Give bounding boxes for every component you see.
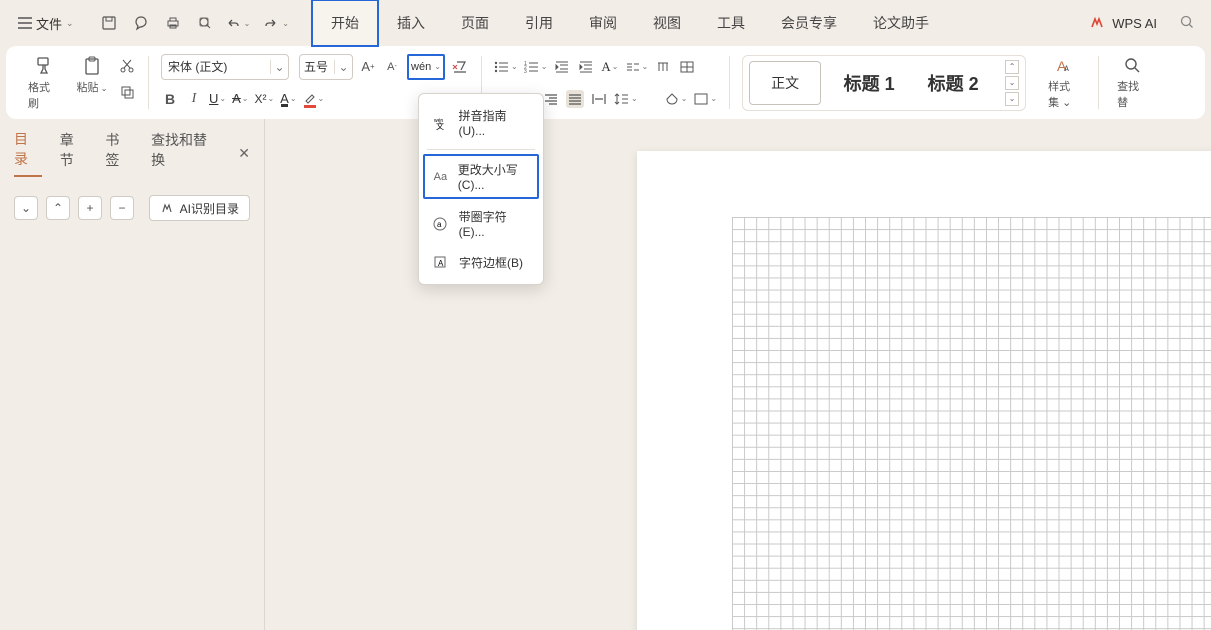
change-case-icon: Aa bbox=[433, 168, 448, 186]
underline-icon[interactable]: U⌄ bbox=[209, 91, 226, 106]
close-icon[interactable]: ✕ bbox=[238, 145, 250, 162]
svg-text:ᴀ: ᴀ bbox=[1064, 63, 1069, 74]
increase-font-icon[interactable]: A+ bbox=[359, 58, 377, 76]
chevron-down-icon[interactable]: ⌄ bbox=[334, 60, 352, 74]
ai-toc-button[interactable]: AI识别目录 bbox=[149, 195, 250, 221]
align-right-icon[interactable] bbox=[542, 90, 560, 108]
font-size-combo[interactable]: 五号 ⌄ bbox=[299, 54, 353, 80]
decrease-indent-icon[interactable] bbox=[553, 58, 571, 76]
tab-page[interactable]: 页面 bbox=[443, 1, 507, 45]
tab-tools[interactable]: 工具 bbox=[699, 1, 763, 45]
bold-icon[interactable]: B bbox=[161, 90, 179, 108]
text-effects-icon[interactable]: A⌄ bbox=[601, 59, 618, 75]
nav-tab-chapter[interactable]: 章节 bbox=[60, 130, 88, 176]
shading-icon[interactable]: ⌄ bbox=[664, 92, 688, 106]
tab-view[interactable]: 视图 bbox=[635, 1, 699, 45]
copy-icon[interactable] bbox=[118, 83, 136, 101]
svg-text:A: A bbox=[438, 259, 444, 268]
bullets-icon[interactable]: ⌄ bbox=[494, 60, 518, 74]
circled-char-icon: a bbox=[431, 215, 449, 233]
paste-button[interactable]: 粘贴 ⌄ bbox=[70, 51, 114, 99]
distribute-icon[interactable] bbox=[590, 90, 608, 108]
clear-format-icon[interactable] bbox=[451, 58, 469, 76]
page[interactable] bbox=[637, 151, 1211, 630]
find-replace-button[interactable]: 查找替 bbox=[1111, 52, 1155, 114]
tab-member[interactable]: 会员专享 bbox=[763, 1, 855, 45]
line-spacing-icon[interactable]: ⌄ bbox=[614, 92, 638, 106]
numbering-icon[interactable]: 123⌄ bbox=[524, 60, 548, 74]
char-effects-button[interactable]: wén ⌄ bbox=[407, 54, 445, 80]
search-icon[interactable] bbox=[1179, 14, 1195, 33]
char-effects-dropdown: wén文 拼音指南(U)... Aa 更改大小写(C)... a 带圈字符(E)… bbox=[418, 93, 544, 285]
collapse-up-button[interactable]: ⌃ bbox=[46, 196, 70, 220]
tab-review[interactable]: 审阅 bbox=[571, 1, 635, 45]
expand-down-button[interactable]: ⌄ bbox=[14, 196, 38, 220]
pinyin-icon: wén文 bbox=[431, 114, 448, 132]
share-icon[interactable] bbox=[132, 14, 150, 32]
menu-circled[interactable]: a 带圈字符(E)... bbox=[419, 201, 543, 246]
menu-change-case[interactable]: Aa 更改大小写(C)... bbox=[423, 154, 539, 199]
chevron-down-icon: ⌄ bbox=[66, 18, 74, 29]
document-area bbox=[265, 119, 1211, 630]
asian-layout-icon[interactable]: ⌄ bbox=[625, 60, 649, 74]
style-heading2[interactable]: 标题 2 bbox=[917, 61, 989, 105]
undo-dd[interactable]: ⌄ bbox=[244, 19, 251, 28]
svg-text:文: 文 bbox=[436, 121, 444, 130]
redo-dd[interactable]: ⌄ bbox=[282, 19, 289, 28]
tab-thesis[interactable]: 论文助手 bbox=[855, 1, 947, 45]
char-border-icon: A bbox=[431, 253, 449, 271]
menu-char-border[interactable]: A 字符边框(B) bbox=[419, 246, 543, 278]
gallery-more[interactable]: ⌄ bbox=[1005, 92, 1019, 106]
superscript-icon[interactable]: X²⌄ bbox=[254, 92, 274, 106]
tab-reference[interactable]: 引用 bbox=[507, 1, 571, 45]
svg-text:3: 3 bbox=[524, 69, 527, 74]
file-menu[interactable]: 文件 ⌄ bbox=[10, 8, 82, 39]
nav-tab-bookmark[interactable]: 书签 bbox=[105, 130, 133, 176]
italic-icon[interactable]: I bbox=[185, 90, 203, 108]
font-color-icon[interactable]: A⌄ bbox=[280, 91, 296, 106]
grid-background bbox=[732, 217, 1211, 630]
ruby-icon[interactable] bbox=[654, 58, 672, 76]
wps-ai-label[interactable]: WPS AI bbox=[1112, 16, 1157, 31]
save-icon[interactable] bbox=[100, 14, 118, 32]
style-normal[interactable]: 正文 bbox=[749, 61, 821, 105]
tab-home[interactable]: 开始 bbox=[311, 0, 379, 47]
styles-gallery: 正文 标题 1 标题 2 ⌃ ⌄ ⌄ bbox=[742, 55, 1026, 111]
border-icon[interactable]: ⌄ bbox=[693, 92, 717, 106]
grid-icon[interactable] bbox=[678, 58, 696, 76]
undo-icon[interactable] bbox=[224, 14, 242, 32]
decrease-font-icon[interactable]: A- bbox=[383, 58, 401, 76]
chevron-down-icon[interactable]: ⌄ bbox=[270, 60, 288, 74]
add-button[interactable]: + bbox=[78, 196, 102, 220]
nav-tab-find[interactable]: 查找和替换 bbox=[151, 130, 220, 176]
increase-indent-icon[interactable] bbox=[577, 58, 595, 76]
remove-button[interactable]: − bbox=[110, 196, 134, 220]
navigation-pane: 目录 章节 书签 查找和替换 ✕ ⌄ ⌃ + − AI识别目录 bbox=[0, 119, 265, 630]
wps-ai-icon bbox=[1090, 16, 1104, 30]
align-justify-icon[interactable] bbox=[566, 90, 584, 108]
print-icon[interactable] bbox=[164, 14, 182, 32]
gallery-down[interactable]: ⌄ bbox=[1005, 76, 1019, 90]
menu-pinyin[interactable]: wén文 拼音指南(U)... bbox=[419, 100, 543, 145]
file-label: 文件 bbox=[36, 14, 62, 33]
font-name-combo[interactable]: 宋体 (正文) ⌄ bbox=[161, 54, 289, 80]
ai-icon bbox=[160, 201, 174, 215]
redo-icon[interactable] bbox=[262, 14, 280, 32]
cut-icon[interactable] bbox=[118, 57, 136, 75]
gallery-up[interactable]: ⌃ bbox=[1005, 60, 1019, 74]
tab-insert[interactable]: 插入 bbox=[379, 1, 443, 45]
format-painter-button[interactable]: 格式刷 bbox=[22, 51, 66, 115]
strike-icon[interactable]: A⌄ bbox=[232, 91, 248, 106]
highlight-icon[interactable]: ⌄ bbox=[303, 90, 325, 107]
styles-button[interactable]: Aᴀ 样式集 ⌄ bbox=[1042, 52, 1086, 114]
preview-icon[interactable] bbox=[196, 14, 214, 32]
style-heading1[interactable]: 标题 1 bbox=[833, 61, 905, 105]
nav-tab-toc[interactable]: 目录 bbox=[14, 129, 42, 177]
svg-text:a: a bbox=[437, 220, 442, 229]
